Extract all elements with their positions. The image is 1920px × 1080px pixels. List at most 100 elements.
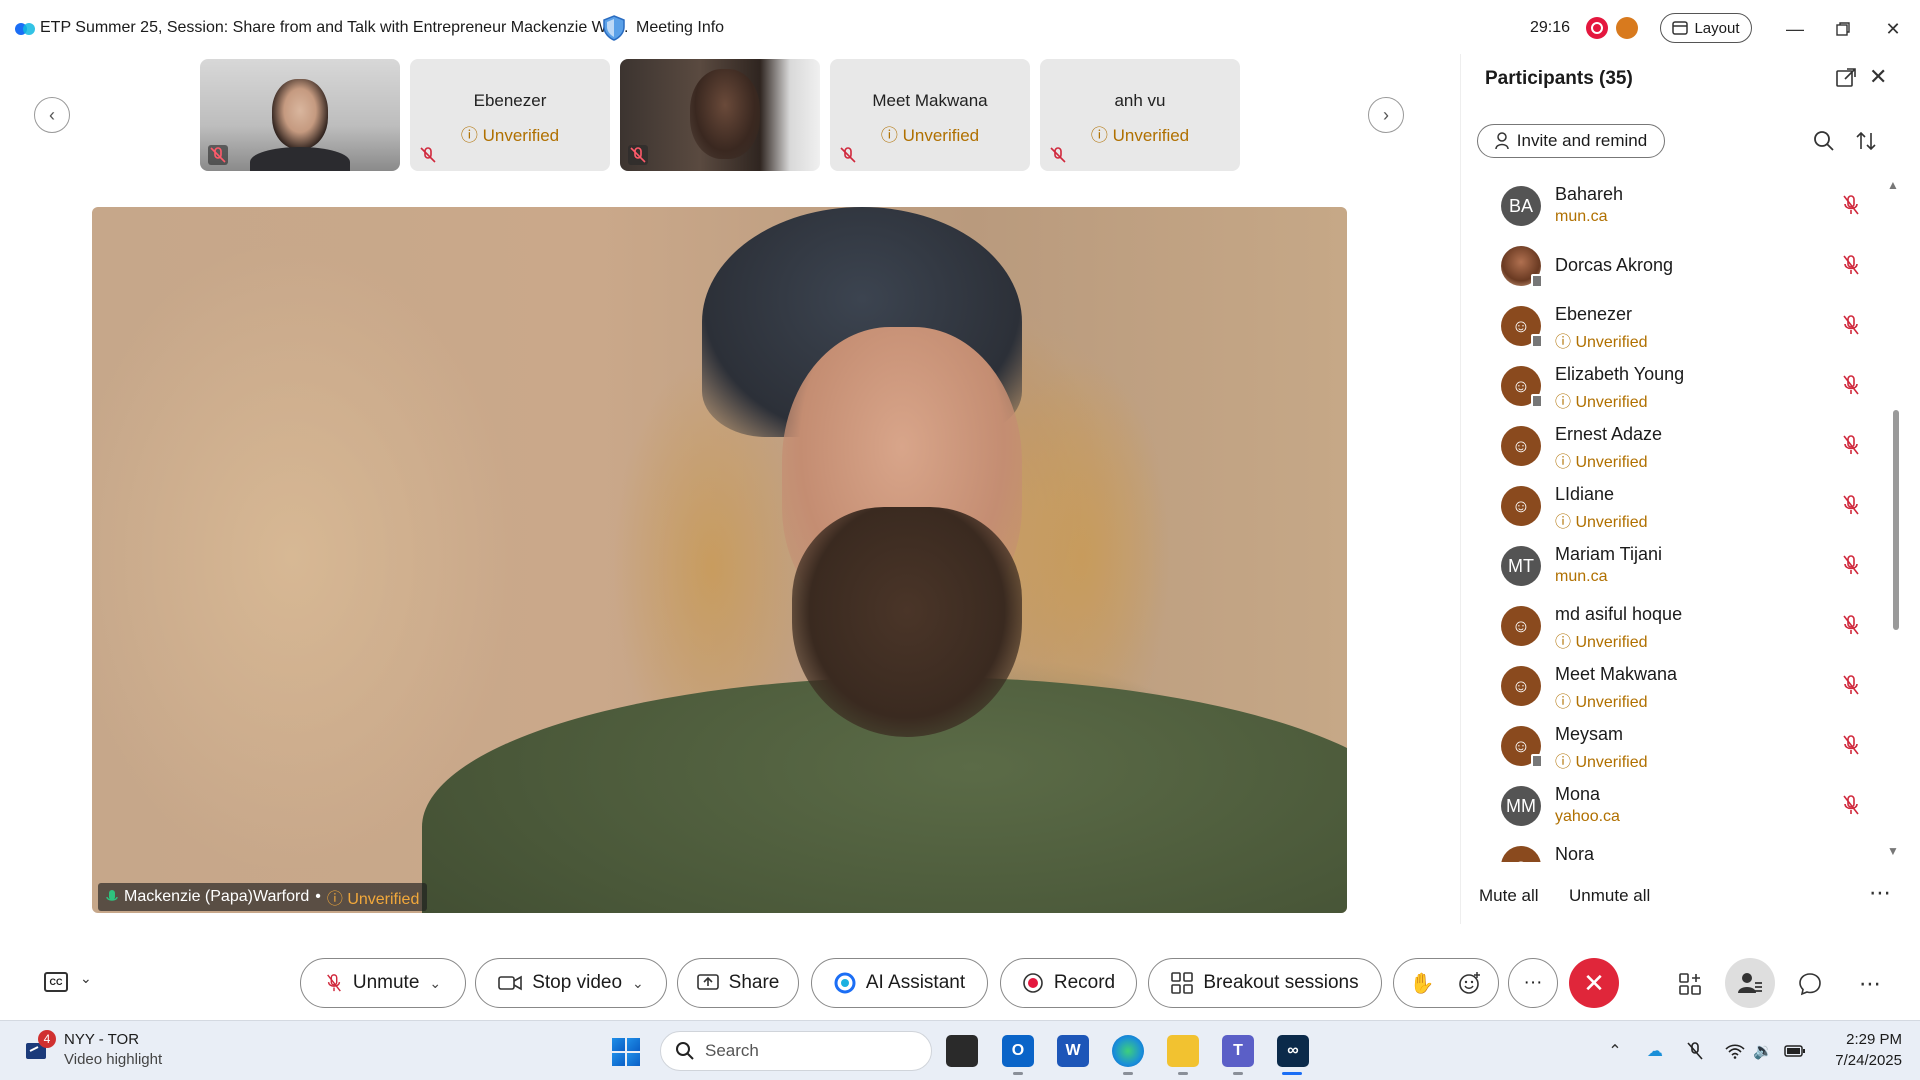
chevron-down-icon[interactable]: ⌄ [632, 975, 644, 992]
windows-start-icon[interactable] [612, 1038, 640, 1066]
reaction-emoji-icon[interactable] [1458, 971, 1482, 995]
participant-row[interactable]: ☺ LIdiane ⓘ Unverified [1501, 482, 1861, 532]
participant-row[interactable]: Dorcas Akrong [1501, 242, 1861, 292]
end-call-button[interactable]: ✕ [1569, 958, 1619, 1008]
muted-mic-icon[interactable] [1841, 194, 1861, 216]
chevron-down-icon[interactable]: ⌄ [429, 975, 441, 992]
clock-date[interactable]: 7/24/2025 [1812, 1052, 1902, 1069]
participant-row[interactable]: ☺ md asiful hoque ⓘ Unverified [1501, 602, 1861, 652]
participant-row[interactable]: MM Mona yahoo.ca [1501, 782, 1861, 832]
participant-status: ⓘ Unverified [1555, 694, 1648, 711]
reactions-button-group[interactable]: ✋ [1393, 958, 1499, 1008]
main-video-stage[interactable]: Mackenzie (Papa)Warford • ⓘ Unverified [92, 207, 1347, 913]
widget-subtitle[interactable]: Video highlight [64, 1051, 162, 1068]
wifi-icon[interactable] [1724, 1040, 1746, 1062]
search-icon[interactable] [1813, 130, 1835, 152]
muted-mic-icon[interactable] [1841, 314, 1861, 336]
restore-button[interactable] [1828, 14, 1858, 44]
participant-status: ⓘ Unverified [1555, 754, 1648, 771]
sort-icon[interactable] [1855, 130, 1877, 152]
ai-assistant-button[interactable]: AI Assistant [811, 958, 988, 1008]
participant-row[interactable]: ☺ Meet Makwana ⓘ Unverified [1501, 662, 1861, 712]
battery-icon[interactable] [1784, 1040, 1806, 1062]
guest-avatar-icon: ☺ [1501, 366, 1543, 408]
apps-icon[interactable] [1676, 970, 1704, 998]
close-panel-button[interactable]: ✕ [1869, 64, 1887, 90]
chevron-down-icon[interactable]: ⌄ [80, 970, 92, 987]
scroll-up-arrow-icon[interactable]: ▲ [1887, 178, 1899, 192]
edge-browser-icon[interactable] [1112, 1035, 1144, 1067]
thumbnail-anh-vu[interactable]: anh vu ⓘ Unverified [1040, 59, 1240, 171]
muted-mic-icon[interactable] [1841, 254, 1861, 276]
participant-row[interactable]: BA Bahareh mun.ca [1501, 182, 1861, 232]
participant-row[interactable]: ☺ Ebenezer ⓘ Unverified [1501, 302, 1861, 352]
thumbnail-ebenezer[interactable]: Ebenezer ⓘ Unverified [410, 59, 610, 171]
share-button[interactable]: Share [677, 958, 799, 1008]
show-hidden-icons-chevron-icon[interactable]: ⌃ [1604, 1040, 1626, 1062]
thumbnail-meet-makwana[interactable]: Meet Makwana ⓘ Unverified [830, 59, 1030, 171]
file-explorer-icon[interactable] [1167, 1035, 1199, 1067]
muted-mic-icon[interactable] [1841, 674, 1861, 696]
onedrive-cloud-icon[interactable]: ☁ [1644, 1040, 1666, 1062]
teams-icon[interactable]: T [1222, 1035, 1254, 1067]
panel-more-options-icon[interactable]: ⋯ [1869, 880, 1891, 906]
muted-mic-icon[interactable] [1841, 554, 1861, 576]
participant-row[interactable]: MT Mariam Tijani mun.ca [1501, 542, 1861, 592]
volume-icon[interactable]: 🔉 [1752, 1040, 1774, 1062]
unmute-button[interactable]: Unmute ⌄ [300, 958, 466, 1008]
share-label: Share [728, 972, 780, 993]
participant-row[interactable]: ☺ Nora [1501, 842, 1861, 862]
word-icon[interactable]: W [1057, 1035, 1089, 1067]
muted-mic-icon[interactable] [1841, 494, 1861, 516]
participants-list[interactable]: BA Bahareh mun.ca Dorcas Akrong ☺ Ebenez… [1461, 182, 1881, 862]
participant-name: Ebenezer [1555, 304, 1633, 324]
muted-mic-icon[interactable] [1841, 794, 1861, 816]
minimize-button[interactable]: — [1780, 14, 1810, 44]
participant-status: ⓘ Unverified [1555, 634, 1648, 651]
recording-indicator-icon[interactable] [1586, 17, 1608, 39]
thumbnails-next-button[interactable]: › [1368, 97, 1404, 133]
participant-row[interactable]: ☺ Ernest Adaze ⓘ Unverified [1501, 422, 1861, 472]
close-window-button[interactable]: ✕ [1878, 14, 1908, 44]
participant-row[interactable]: ☺ Meysam ⓘ Unverified [1501, 722, 1861, 772]
stop-video-button[interactable]: Stop video ⌄ [475, 958, 667, 1008]
invite-and-remind-button[interactable]: Invite and remind [1477, 124, 1665, 158]
unmute-all-button[interactable]: Unmute all [1569, 886, 1650, 906]
thumbnail-video-3[interactable] [620, 59, 820, 171]
record-button[interactable]: Record [1000, 958, 1137, 1008]
muted-mic-icon[interactable] [1841, 614, 1861, 636]
chat-icon[interactable] [1796, 970, 1824, 998]
active-app-indicator [1282, 1072, 1302, 1075]
thumbnails-prev-button[interactable]: ‹ [34, 97, 70, 133]
outlook-icon[interactable]: O [1002, 1035, 1034, 1067]
meeting-info-link[interactable]: Meeting Info [636, 19, 724, 37]
thumbnail-video-1[interactable] [200, 59, 400, 171]
more-icon[interactable]: ⋯ [1856, 970, 1884, 998]
scroll-down-arrow-icon[interactable]: ▼ [1887, 844, 1899, 858]
layout-button[interactable]: Layout [1660, 13, 1752, 43]
participants-toggle-button[interactable] [1725, 958, 1775, 1008]
shield-icon[interactable] [602, 15, 626, 41]
mute-all-button[interactable]: Mute all [1479, 886, 1539, 906]
participant-name: Ernest Adaze [1555, 424, 1663, 444]
raise-hand-icon[interactable]: ✋ [1410, 971, 1435, 996]
muted-mic-icon[interactable] [1841, 434, 1861, 456]
guest-avatar-icon: ☺ [1501, 426, 1541, 466]
participants-scrollbar[interactable] [1893, 410, 1899, 630]
participant-video-feed [690, 69, 760, 159]
popout-icon[interactable] [1834, 66, 1858, 90]
muted-mic-icon[interactable] [1841, 374, 1861, 396]
ai-indicator-icon[interactable] [1616, 17, 1638, 39]
webex-app-icon[interactable]: ∞ [1277, 1035, 1309, 1067]
taskbar-search-input[interactable]: Search [660, 1031, 932, 1071]
task-view-icon[interactable] [946, 1035, 978, 1067]
clock-time[interactable]: 2:29 PM [1832, 1031, 1902, 1048]
closed-captions-icon[interactable]: CC [44, 972, 68, 992]
breakout-sessions-button[interactable]: Breakout sessions [1148, 958, 1382, 1008]
widget-title[interactable]: NYY - TOR [64, 1031, 139, 1048]
more-options-button[interactable]: ··· [1508, 958, 1558, 1008]
participant-row[interactable]: ☺ Elizabeth Young ⓘ Unverified [1501, 362, 1861, 412]
breakout-grid-icon [1171, 972, 1194, 994]
mic-muted-tray-icon[interactable] [1684, 1040, 1706, 1062]
muted-mic-icon[interactable] [1841, 734, 1861, 756]
